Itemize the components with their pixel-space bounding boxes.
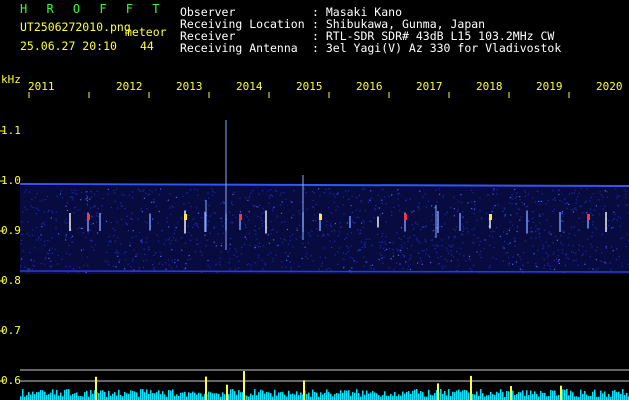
minute-tick-marks: [28, 92, 570, 98]
spectrogram-plot: [0, 92, 629, 400]
spectrogram-screen: H R O F F T UT2506272010.png meteor 25.0…: [0, 0, 629, 400]
carrier-line: [19, 183, 629, 187]
spectrum-strip: [20, 371, 629, 400]
noise-band: [20, 186, 629, 274]
lower-band-edge: [19, 270, 629, 273]
y-axis-ticks: [0, 130, 4, 382]
